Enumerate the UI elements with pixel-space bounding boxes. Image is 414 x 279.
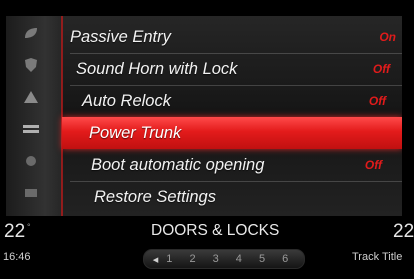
- screen-title: DOORS & LOCKS: [151, 222, 280, 239]
- warning-icon[interactable]: [18, 87, 44, 107]
- menu-row-label: Passive Entry: [70, 27, 171, 46]
- trunk-icon[interactable]: [18, 119, 44, 139]
- menu-row-value: Off: [372, 62, 390, 76]
- page-indicator[interactable]: ◂ 1 2 3 4 5 6: [143, 249, 305, 269]
- menu-row-sound-horn[interactable]: Sound Horn with Lock Off: [62, 53, 402, 85]
- rectangle-icon[interactable]: [18, 183, 44, 203]
- menu-row-value: Off: [368, 94, 386, 108]
- temperature-right[interactable]: 22: [393, 221, 414, 243]
- menu-row-label: Restore Settings: [94, 187, 216, 206]
- circle-icon[interactable]: [18, 151, 44, 171]
- settings-menu-panel: Passive Entry On Sound Horn with Lock Of…: [6, 16, 402, 216]
- menu-row-label: Auto Relock: [82, 91, 171, 110]
- menu-row-auto-relock[interactable]: Auto Relock Off: [62, 85, 402, 117]
- menu-row-value: On: [379, 30, 396, 44]
- menu-row-passive-entry[interactable]: Passive Entry On: [62, 21, 402, 53]
- menu-row-value: Off: [364, 158, 382, 172]
- clock-time: 16:46: [3, 251, 31, 263]
- shield-icon[interactable]: [18, 55, 44, 75]
- temperature-left[interactable]: 22: [4, 221, 25, 243]
- menu-row-label: Boot automatic opening: [91, 155, 265, 174]
- menu-row-label: Power Trunk: [89, 123, 182, 142]
- menu-row-restore-settings[interactable]: Restore Settings: [62, 181, 402, 213]
- menu-row-label: Sound Horn with Lock: [76, 59, 238, 78]
- category-icon-strip: [6, 16, 62, 216]
- pager-pages: 1 2 3 4 5 6: [166, 253, 296, 265]
- menu-row-boot-automatic-opening[interactable]: Boot automatic opening Off: [62, 149, 402, 181]
- leaf-icon[interactable]: [18, 23, 44, 43]
- menu-row-power-trunk[interactable]: Power Trunk: [62, 117, 402, 149]
- infotainment-screen: Passive Entry On Sound Horn with Lock Of…: [0, 0, 414, 279]
- pager-arrow-icon[interactable]: ◂: [153, 253, 165, 266]
- temperature-unit: °: [27, 222, 31, 232]
- track-title: Track Title: [352, 251, 403, 263]
